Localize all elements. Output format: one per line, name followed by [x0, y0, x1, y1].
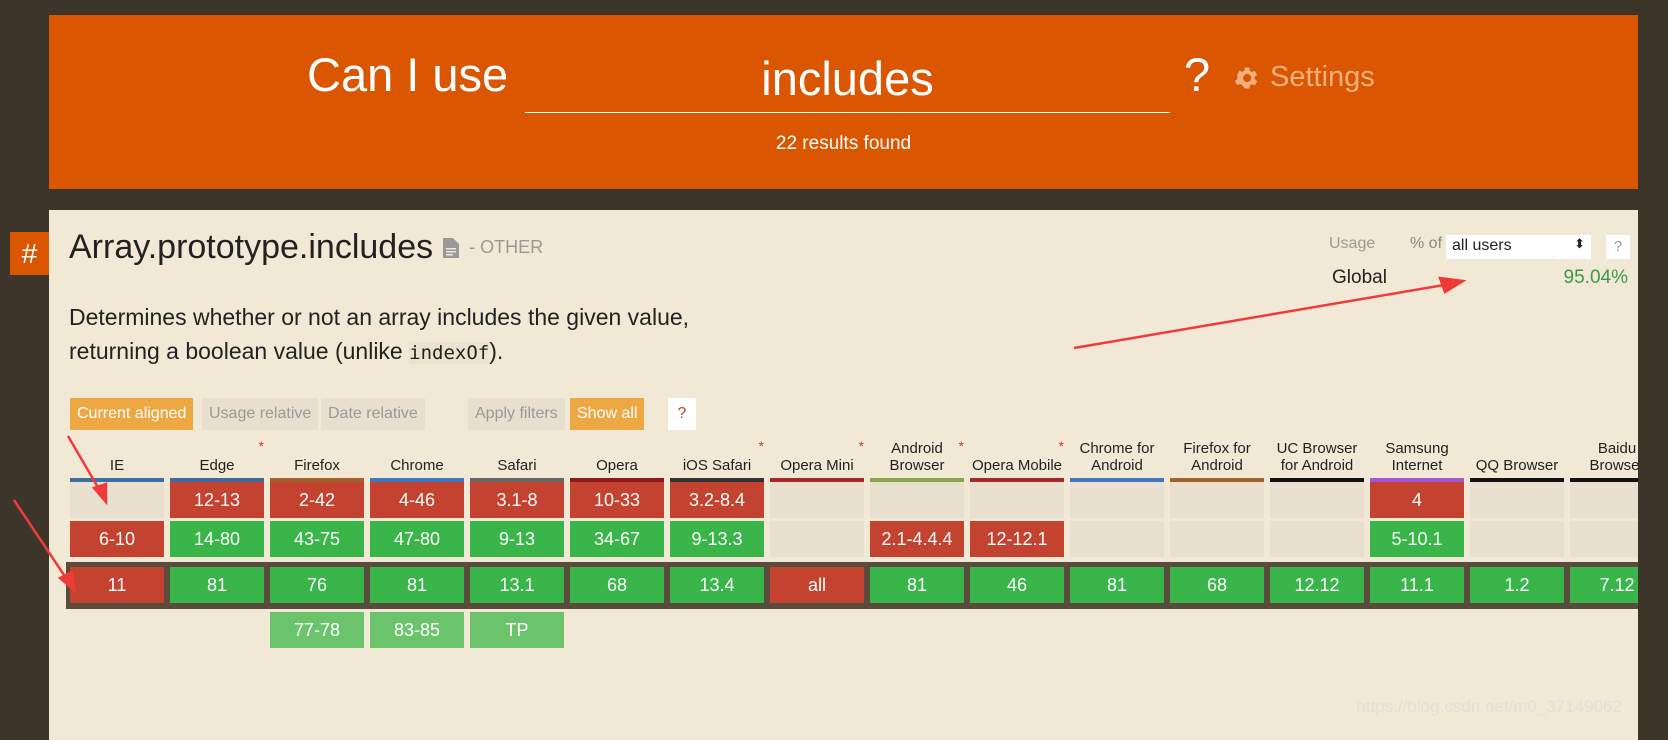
arrowhead-icon	[1438, 276, 1467, 294]
watermark: https://blog.csdn.net/m0_37149062	[1356, 697, 1622, 716]
arrow-to-usage	[1073, 282, 1451, 350]
arrow-to-ie-current	[12, 499, 72, 585]
annotation-arrows	[12, 276, 1467, 594]
arrowhead-icon	[91, 482, 108, 506]
arrowhead-icon	[57, 570, 76, 594]
